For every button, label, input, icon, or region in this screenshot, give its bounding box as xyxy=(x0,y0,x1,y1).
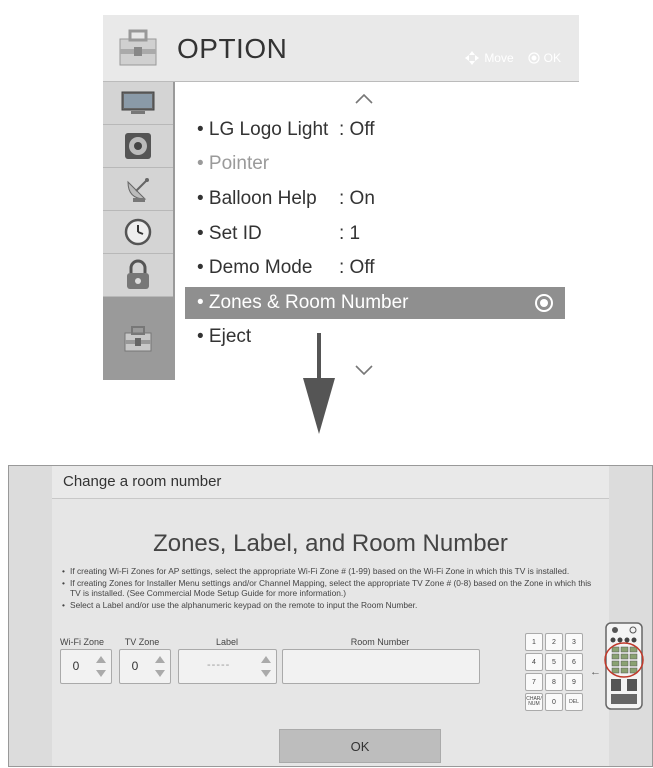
tv-zone-label: TV Zone xyxy=(124,637,160,647)
keypad-key: 0 xyxy=(545,693,563,711)
keypad-key: CHAR/ NUM xyxy=(525,693,543,711)
toolbox-icon xyxy=(124,325,152,351)
ok-select-icon xyxy=(535,294,553,312)
scroll-down-icon[interactable] xyxy=(355,365,373,375)
room-number-label: Room Number xyxy=(350,637,410,647)
remote-control-icon xyxy=(604,622,644,710)
keypad-key: 7 xyxy=(525,673,543,691)
left-arrow-icon: ← xyxy=(590,666,601,678)
keypad-key: 4 xyxy=(525,653,543,671)
instruction-item: If creating Wi-Fi Zones for AP settings,… xyxy=(60,566,600,577)
toolbox-icon xyxy=(119,29,157,66)
keypad-key: 8 xyxy=(545,673,563,691)
keypad-key: 9 xyxy=(565,673,583,691)
dialog-titlebar: Change a room number xyxy=(52,466,609,499)
navigation-arrows-icon xyxy=(465,51,480,65)
category-lock[interactable] xyxy=(103,254,173,297)
ok-button[interactable]: OK xyxy=(279,729,441,763)
label-selector[interactable]: ----- xyxy=(178,649,277,684)
option-label: • Zones & Room Number xyxy=(197,292,409,313)
menu-hints: Move OK xyxy=(464,50,561,66)
category-audio[interactable] xyxy=(103,125,173,168)
wifi-zone-stepper[interactable]: 0 xyxy=(60,649,112,684)
wifi-zone-label: Wi-Fi Zone xyxy=(59,637,104,647)
option-list: • LG Logo Light : Off • Pointer • Balloo… xyxy=(175,82,579,380)
dialog-title: Change a room number xyxy=(63,473,222,490)
down-arrow-line xyxy=(317,333,321,379)
option-label: • LG Logo Light xyxy=(197,119,329,140)
category-option[interactable] xyxy=(103,297,173,380)
tv-zone-value: 0 xyxy=(131,659,139,673)
hint-move: Move xyxy=(484,51,514,65)
decrement-arrow-icon[interactable] xyxy=(261,670,271,677)
keypad-key: 6 xyxy=(565,653,583,671)
category-channel[interactable] xyxy=(103,168,173,211)
satellite-icon xyxy=(127,178,149,202)
lock-icon xyxy=(127,259,149,289)
menu-title: OPTION xyxy=(177,33,288,64)
option-set-id[interactable]: • Set ID : 1 xyxy=(185,218,565,250)
room-number-dialog: Change a room number Zones, Label, and R… xyxy=(8,465,653,767)
instruction-item: If creating Zones for Installer Menu set… xyxy=(60,578,600,599)
option-pointer[interactable]: • Pointer xyxy=(185,148,565,180)
menu-header: OPTION Move OK xyxy=(103,15,579,82)
tv-zone-stepper[interactable]: 0 xyxy=(119,649,171,684)
decrement-arrow-icon[interactable] xyxy=(155,670,165,677)
instructions-list: If creating Wi-Fi Zones for AP settings,… xyxy=(60,566,600,611)
keypad-illustration: 1 2 3 4 5 6 7 8 9 CHAR/ NUM 0 DEL xyxy=(525,633,587,717)
dialog-panel: Change a room number Zones, Label, and R… xyxy=(52,466,644,766)
option-label: • Balloon Help xyxy=(197,188,317,209)
tv-picture-icon xyxy=(121,91,155,114)
increment-arrow-icon[interactable] xyxy=(261,656,271,663)
decrement-arrow-icon[interactable] xyxy=(96,670,106,677)
hint-ok: OK xyxy=(543,51,561,65)
option-value: : On xyxy=(339,188,375,209)
category-picture[interactable] xyxy=(103,82,173,125)
option-lg-logo-light[interactable]: • LG Logo Light : Off xyxy=(185,114,565,146)
option-value: : 1 xyxy=(339,223,361,244)
option-value: : Off xyxy=(339,257,375,278)
option-value: : Off xyxy=(339,119,375,140)
scroll-up-icon[interactable] xyxy=(355,94,373,104)
room-number-input[interactable] xyxy=(282,649,480,684)
increment-arrow-icon[interactable] xyxy=(96,656,106,663)
option-label: • Demo Mode xyxy=(197,257,313,278)
dialog-heading: Zones, Label, and Room Number xyxy=(153,530,508,557)
keypad-key: 3 xyxy=(565,633,583,651)
option-balloon-help[interactable]: • Balloon Help : On xyxy=(185,183,565,215)
option-demo-mode[interactable]: • Demo Mode : Off xyxy=(185,252,565,284)
option-label: • Eject xyxy=(197,326,252,347)
ok-button-icon xyxy=(528,52,540,64)
label-field-label: Label xyxy=(215,637,239,647)
option-zones-room-number[interactable]: • Zones & Room Number xyxy=(185,287,565,319)
wifi-zone-value: 0 xyxy=(72,659,80,673)
down-arrow-icon xyxy=(303,378,335,434)
keypad-key: 2 xyxy=(545,633,563,651)
option-eject[interactable]: • Eject xyxy=(185,321,565,353)
instruction-item: Select a Label and/or use the alphanumer… xyxy=(60,600,600,611)
clock-icon xyxy=(124,218,152,246)
keypad-key: 5 xyxy=(545,653,563,671)
speaker-icon xyxy=(125,133,151,159)
option-label: • Set ID xyxy=(197,223,262,244)
category-sidebar xyxy=(103,82,173,380)
keypad-key: DEL xyxy=(565,693,583,711)
option-menu: OPTION Move OK • LG Logo Light: Off • P… xyxy=(103,15,579,380)
keypad-key: 1 xyxy=(525,633,543,651)
category-time[interactable] xyxy=(103,211,173,254)
label-value: ----- xyxy=(207,659,231,671)
option-label: • Pointer xyxy=(197,153,270,174)
increment-arrow-icon[interactable] xyxy=(155,656,165,663)
